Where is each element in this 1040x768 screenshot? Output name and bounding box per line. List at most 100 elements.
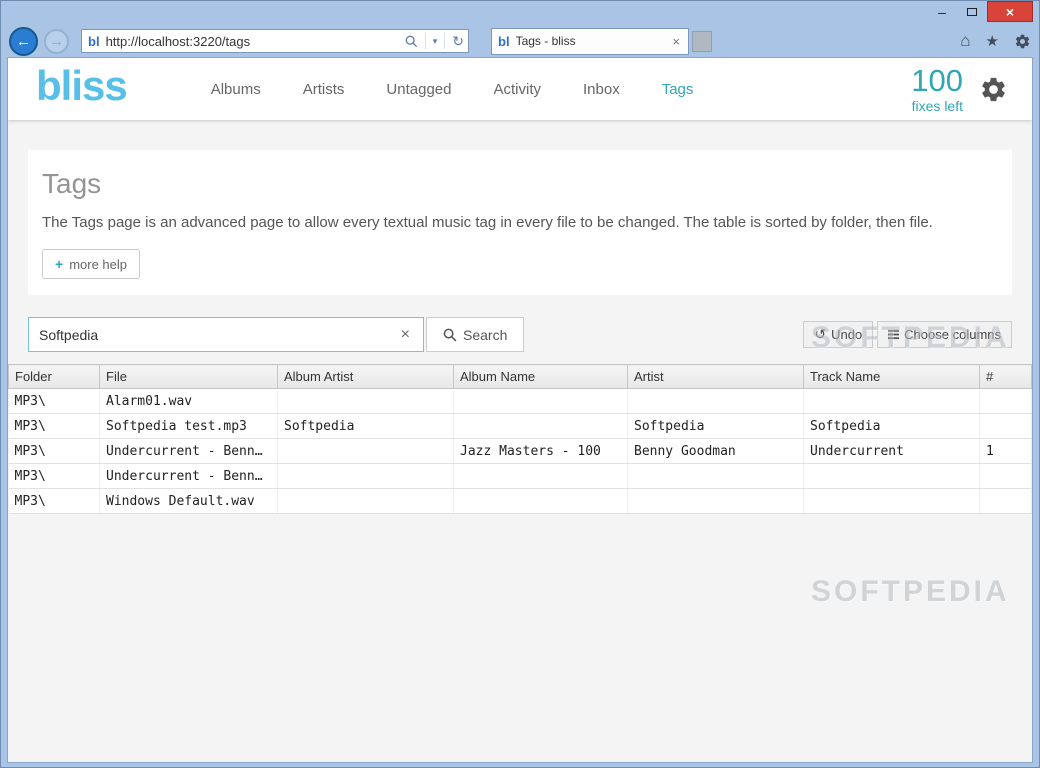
- tab-close-icon[interactable]: ×: [670, 34, 682, 49]
- undo-icon: ↺: [814, 326, 827, 342]
- page-description: The Tags page is an advanced page to all…: [42, 214, 933, 231]
- table-cell[interactable]: Undercurrent: [803, 438, 980, 464]
- table-cell[interactable]: Undercurrent - Benn…: [99, 438, 278, 464]
- table-cell[interactable]: Softpedia: [803, 413, 980, 439]
- table-cell[interactable]: MP3\: [8, 463, 100, 489]
- divider: [444, 33, 446, 49]
- column-header-track-name[interactable]: Track Name: [803, 364, 980, 389]
- table-cell[interactable]: [277, 438, 454, 464]
- nav-item-untagged[interactable]: Untagged: [386, 81, 451, 98]
- table-cell[interactable]: [453, 413, 628, 439]
- table-cell[interactable]: [979, 413, 1032, 439]
- forward-arrow-icon: →: [49, 32, 64, 50]
- app-settings-button[interactable]: [979, 75, 1008, 104]
- browser-forward-button[interactable]: →: [44, 28, 69, 54]
- table-cell[interactable]: [627, 463, 804, 489]
- table-cell[interactable]: [627, 488, 804, 514]
- fixes-count: 100: [911, 63, 963, 98]
- choose-columns-button[interactable]: Choose columns: [877, 321, 1012, 348]
- table-cell[interactable]: Softpedia: [277, 413, 454, 439]
- table-cell[interactable]: [979, 388, 1032, 414]
- close-button[interactable]: ×: [987, 1, 1033, 22]
- minimize-icon: –: [938, 3, 946, 20]
- undo-button[interactable]: ↺ Undo: [803, 321, 874, 348]
- table-cell[interactable]: MP3\: [8, 488, 100, 514]
- table-cell[interactable]: [803, 463, 980, 489]
- nav-item-inbox[interactable]: Inbox: [583, 81, 620, 98]
- table-body: MP3\ Alarm01.wav MP3\ Softpedia test.mp3 Sof…: [8, 388, 1032, 514]
- divider: [424, 33, 426, 49]
- fixes-left-indicator[interactable]: 100 fixes left: [911, 65, 963, 113]
- column-header-file[interactable]: File: [99, 364, 278, 389]
- table-row[interactable]: MP3\ Alarm01.wav: [8, 388, 1032, 414]
- fixes-label: fixes left: [911, 98, 963, 114]
- window-controls: – ×: [927, 1, 1033, 22]
- browser-back-button[interactable]: ←: [9, 26, 38, 56]
- more-help-button[interactable]: + more help: [42, 249, 140, 279]
- browser-window: – × ← → bl http://localhost:3220/tags ▾ …: [0, 0, 1040, 768]
- table-cell[interactable]: [979, 488, 1032, 514]
- table-cell[interactable]: Softpedia: [627, 413, 804, 439]
- table-cell[interactable]: [277, 463, 454, 489]
- column-header-folder[interactable]: Folder: [8, 364, 100, 389]
- url-text[interactable]: http://localhost:3220/tags: [106, 34, 405, 49]
- settings-gear-icon: [982, 77, 1005, 101]
- minimize-button[interactable]: –: [927, 1, 957, 22]
- table-row[interactable]: MP3\ Windows Default.wav: [8, 488, 1032, 514]
- autocomplete-dropdown-icon[interactable]: ▾: [433, 36, 438, 47]
- table-header-row: Folder File Album Artist Album Name Artist Tr…: [8, 364, 1032, 389]
- nav-item-albums[interactable]: Albums: [211, 81, 261, 98]
- table-cell[interactable]: Jazz Masters - 100: [453, 438, 628, 464]
- clear-search-icon[interactable]: ×: [388, 326, 423, 344]
- home-icon[interactable]: ⌂: [960, 31, 970, 51]
- column-header-album-name[interactable]: Album Name: [453, 364, 628, 389]
- table-cell[interactable]: [453, 388, 628, 414]
- search-input[interactable]: [29, 318, 388, 351]
- table-cell[interactable]: [979, 463, 1032, 489]
- table-cell[interactable]: Softpedia test.mp3: [99, 413, 278, 439]
- more-help-label: more help: [69, 256, 127, 272]
- title-bar: – ×: [1, 1, 1039, 27]
- maximize-icon: [967, 7, 977, 16]
- browser-settings-gear-icon[interactable]: [1014, 33, 1031, 50]
- column-header-number[interactable]: #: [979, 364, 1032, 389]
- table-row[interactable]: MP3\ Softpedia test.mp3 Softpedia Softpedia…: [8, 413, 1032, 439]
- table-cell[interactable]: [277, 388, 454, 414]
- table-cell[interactable]: 1: [979, 438, 1032, 464]
- new-tab-button[interactable]: [692, 30, 712, 52]
- table-cell[interactable]: MP3\: [8, 388, 100, 414]
- tags-table: Folder File Album Artist Album Name Artist Tr…: [8, 364, 1032, 514]
- columns-list-icon: [888, 329, 900, 340]
- favorites-star-icon[interactable]: ★: [986, 32, 999, 50]
- column-header-album-artist[interactable]: Album Artist: [277, 364, 454, 389]
- table-cell[interactable]: MP3\: [8, 413, 100, 439]
- tab-title: Tags - bliss: [515, 34, 576, 48]
- app-header: bliss Albums Artists Untagged Activity Inbox…: [8, 58, 1032, 120]
- table-row[interactable]: MP3\ Undercurrent - Benn… Jazz Masters - 1…: [8, 438, 1032, 464]
- maximize-button[interactable]: [957, 1, 987, 22]
- nav-item-tags[interactable]: Tags: [662, 81, 694, 98]
- table-cell[interactable]: Alarm01.wav: [99, 388, 278, 414]
- table-cell[interactable]: Windows Default.wav: [99, 488, 278, 514]
- table-cell[interactable]: [277, 488, 454, 514]
- address-bar[interactable]: bl http://localhost:3220/tags ▾ ↻: [81, 29, 469, 53]
- table-cell[interactable]: [453, 463, 628, 489]
- browser-toolbar: ← → bl http://localhost:3220/tags ▾ ↻ bl…: [1, 26, 1039, 57]
- bliss-logo[interactable]: bliss: [36, 62, 128, 110]
- nav-item-activity[interactable]: Activity: [493, 81, 541, 98]
- table-cell[interactable]: Benny Goodman: [627, 438, 804, 464]
- browser-tab[interactable]: bl Tags - bliss ×: [491, 27, 689, 55]
- table-cell[interactable]: MP3\: [8, 438, 100, 464]
- nav-item-artists[interactable]: Artists: [303, 81, 345, 98]
- table-cell[interactable]: Undercurrent - Benn…: [99, 463, 278, 489]
- choose-columns-label: Choose columns: [904, 327, 1001, 342]
- table-cell[interactable]: [627, 388, 804, 414]
- search-icon[interactable]: [405, 35, 418, 48]
- search-button[interactable]: Search: [426, 317, 525, 352]
- table-cell[interactable]: [803, 388, 980, 414]
- table-row[interactable]: MP3\ Undercurrent - Benn…: [8, 463, 1032, 489]
- table-cell[interactable]: [803, 488, 980, 514]
- refresh-icon[interactable]: ↻: [452, 33, 464, 50]
- table-cell[interactable]: [453, 488, 628, 514]
- column-header-artist[interactable]: Artist: [627, 364, 804, 389]
